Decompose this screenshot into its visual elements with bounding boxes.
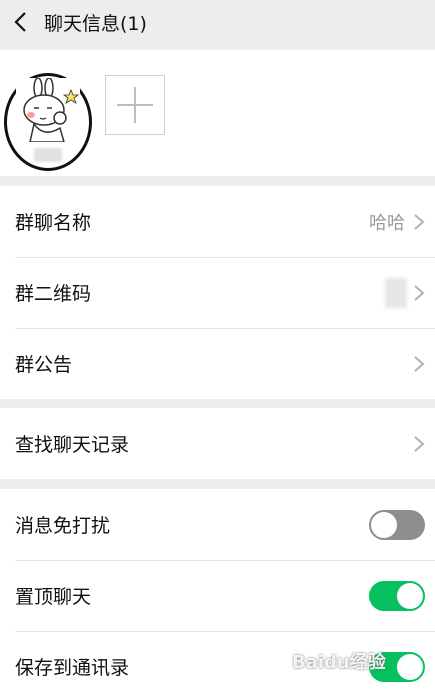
group-info-section: 群聊名称 哈哈 群二维码 群公告 xyxy=(0,186,435,399)
chevron-left-icon xyxy=(14,12,26,32)
avatar xyxy=(16,78,80,142)
row-label: 查找聊天记录 xyxy=(15,434,130,456)
row-label: 保存到通讯录 xyxy=(15,657,130,679)
mute-row: 消息免打扰 xyxy=(0,489,435,560)
plus-icon xyxy=(117,87,153,123)
group-name-value: 哈哈 xyxy=(369,212,405,234)
mute-toggle[interactable] xyxy=(369,509,425,540)
chevron-right-icon xyxy=(414,355,425,372)
member-item[interactable] xyxy=(4,73,92,174)
top-bar: 聊天信息(1) xyxy=(0,0,435,44)
group-notice-row[interactable]: 群公告 xyxy=(0,328,435,399)
member-name-blurred xyxy=(34,148,62,162)
toggle-knob xyxy=(371,511,397,538)
group-name-row[interactable]: 群聊名称 哈哈 xyxy=(0,186,435,257)
back-button[interactable] xyxy=(0,0,40,44)
toggle-knob xyxy=(397,582,423,609)
row-label: 群公告 xyxy=(15,354,73,376)
chevron-right-icon xyxy=(414,213,425,230)
baidu-watermark: Baidu经验 xyxy=(292,652,386,673)
page-title: 聊天信息(1) xyxy=(44,12,147,35)
group-qrcode-row[interactable]: 群二维码 xyxy=(0,257,435,328)
qr-code-thumbnail xyxy=(385,277,407,308)
pin-chat-row: 置顶聊天 xyxy=(0,560,435,631)
chevron-right-icon xyxy=(414,284,425,301)
row-label: 消息免打扰 xyxy=(15,515,111,537)
search-section: 查找聊天记录 xyxy=(0,408,435,479)
chevron-right-icon xyxy=(414,435,425,452)
add-member-button[interactable] xyxy=(105,75,165,135)
row-label: 群二维码 xyxy=(15,283,92,305)
pin-chat-toggle[interactable] xyxy=(369,580,425,611)
row-label: 群聊名称 xyxy=(15,212,92,234)
search-history-row[interactable]: 查找聊天记录 xyxy=(0,408,435,479)
member-grid xyxy=(0,50,435,176)
row-label: 置顶聊天 xyxy=(15,586,92,608)
